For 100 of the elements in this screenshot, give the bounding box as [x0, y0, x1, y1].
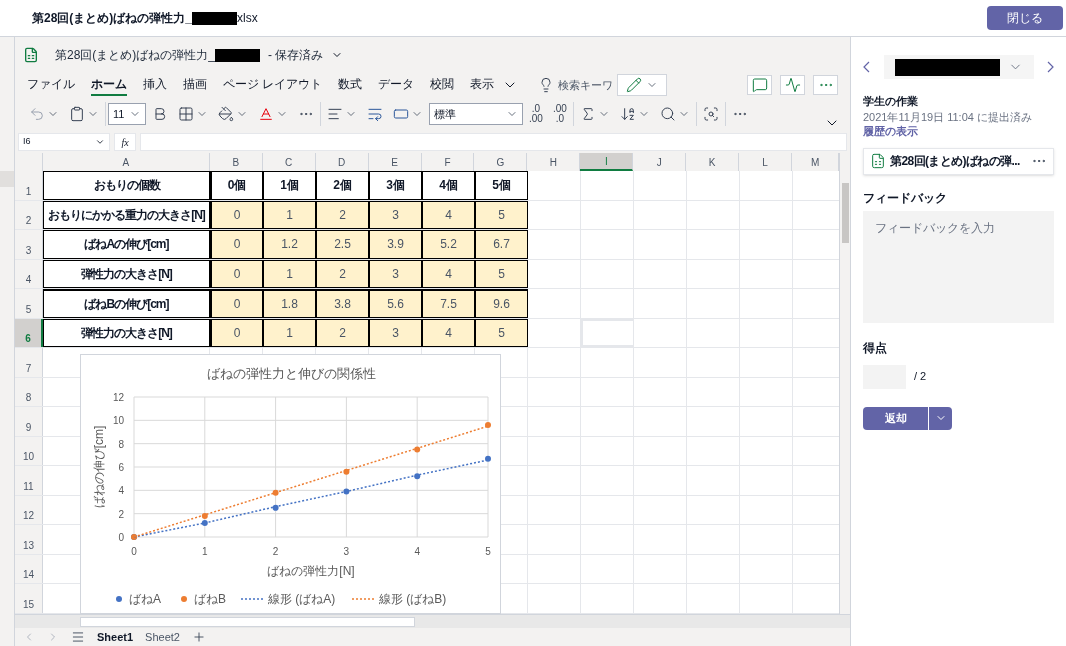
decimal-button[interactable]: .0 .00 — [525, 104, 547, 124]
sheet-tab[interactable]: Sheet2 — [145, 628, 180, 646]
x-tick-label: 1 — [202, 546, 208, 557]
table-cell: 1 — [263, 200, 316, 229]
table-cell: 5 — [475, 259, 528, 288]
ribbon-tab[interactable]: 校閲 — [430, 74, 455, 96]
ribbon-tab[interactable]: 挿入 — [143, 74, 167, 96]
table-cell: 4 — [422, 318, 475, 347]
table-cell: 1.2 — [263, 230, 316, 259]
return-button[interactable]: 返却 — [863, 406, 928, 430]
table-cell: 5 — [475, 318, 528, 347]
y-tick-label: 10 — [112, 415, 124, 427]
feedback-field[interactable]: フィードバックを入力 — [863, 210, 1054, 323]
table-cell: 4 — [422, 200, 475, 229]
section-title: 学生の作業 — [863, 94, 919, 109]
table-cell: 3 — [369, 259, 422, 288]
table-cell: 1.8 — [263, 289, 316, 318]
table-cell: 3個 — [369, 171, 422, 200]
document-name: 第28回(まとめ)ばねの弾性力_ — [55, 47, 215, 64]
name-box[interactable]: I6 — [18, 133, 110, 151]
search-field[interactable]: 検索キーワ — [538, 76, 614, 94]
table-cell: 2 — [316, 200, 369, 229]
file-title: 第28回(まとめ)ばねの弾性力_ — [32, 10, 192, 27]
attachment-name: 第28回(まとめ)ばねの弾... — [890, 153, 1021, 170]
ribbon-tab[interactable]: 表示 — [470, 74, 495, 96]
font-size-select[interactable]: 11 — [108, 103, 146, 125]
ribbon-tab[interactable]: ファイル — [27, 74, 75, 96]
table-cell: 0 — [210, 230, 263, 259]
table-cell: ばねBの伸び[cm] — [43, 289, 210, 318]
file-card[interactable]: 第28回(まとめ)ばねの弾... — [863, 147, 1054, 175]
table-cell: おもりの個数 — [43, 171, 210, 200]
function-icon[interactable]: fx — [114, 133, 136, 151]
column-header[interactable]: J — [633, 153, 687, 171]
score-max: / 2 — [914, 369, 927, 385]
row-header[interactable]: 2 — [15, 200, 43, 229]
table-cell: 2 — [316, 318, 369, 347]
table-cell: 5.2 — [422, 230, 475, 259]
ribbon-tab[interactable]: 描画 — [183, 74, 207, 96]
ribbon-tab[interactable]: ページ レイアウト — [223, 74, 323, 96]
table-cell: 5個 — [475, 171, 528, 200]
table-cell: 1 — [263, 259, 316, 288]
legend-label: ばねA — [129, 592, 161, 606]
row-header[interactable]: 3 — [15, 230, 43, 259]
table-cell: 2個 — [316, 171, 369, 200]
row-header[interactable]: 9 — [15, 407, 43, 436]
column-header[interactable]: I — [580, 153, 634, 171]
row-header[interactable]: 7 — [15, 348, 43, 377]
row-header[interactable]: 11 — [15, 466, 43, 495]
ribbon-tab[interactable]: 数式 — [338, 74, 363, 96]
table-cell: 2 — [316, 259, 369, 288]
y-tick-label: 2 — [118, 508, 124, 520]
ribbon-tab[interactable]: データ — [378, 74, 415, 96]
table-cell: 2.5 — [316, 230, 369, 259]
y-tick-label: 6 — [118, 462, 124, 473]
ribbon-tab[interactable]: ホーム — [91, 74, 127, 96]
row-header[interactable]: 5 — [15, 289, 43, 318]
column-header[interactable]: L — [739, 153, 793, 171]
save-status: - 保存済み — [268, 47, 324, 64]
x-tick-label: 2 — [272, 546, 279, 557]
x-tick-label: 5 — [485, 546, 491, 557]
x-tick-label: 4 — [414, 546, 420, 557]
number-format-select[interactable]: 標準 — [429, 103, 523, 125]
table-cell: 4個 — [422, 171, 475, 200]
table-cell: 弾性力の大きさ[N] — [43, 318, 210, 347]
table-cell: 0 — [210, 259, 263, 288]
row-header[interactable]: 15 — [15, 584, 43, 613]
legend-label: 線形 (ばねB) — [379, 592, 447, 606]
table-cell: 弾性力の大きさ[N] — [43, 259, 210, 288]
history-link[interactable]: 履歴の表示 — [863, 123, 918, 138]
x-axis-title: ばねの弾性力[N] — [267, 564, 355, 578]
table-cell: 0 — [210, 289, 263, 318]
table-cell: 0 — [210, 200, 263, 229]
file-extension: xlsx — [237, 10, 258, 27]
sheet-tab[interactable]: Sheet1 — [97, 628, 134, 646]
chart-title: ばねの弾性力と伸びの関係性 — [207, 366, 376, 381]
row-header[interactable]: 8 — [15, 377, 43, 406]
table-cell: 5.6 — [369, 289, 422, 318]
row-header[interactable]: 14 — [15, 554, 43, 583]
row-header[interactable]: 1 — [15, 171, 43, 200]
y-axis-title: ばねの伸び[cm] — [92, 425, 106, 509]
row-header[interactable]: 6 — [15, 318, 43, 347]
table-cell: 1 — [263, 318, 316, 347]
x-tick-label: 3 — [343, 546, 350, 557]
close-button[interactable]: 閉じる — [987, 6, 1063, 30]
column-header[interactable]: K — [686, 153, 740, 171]
row-header[interactable]: 4 — [15, 259, 43, 288]
row-header[interactable]: 12 — [15, 495, 43, 524]
legend-label: ばねB — [194, 592, 226, 606]
row-header[interactable]: 13 — [15, 525, 43, 554]
row-header[interactable]: 10 — [15, 436, 43, 465]
table-cell: 3.8 — [316, 289, 369, 318]
y-tick-label: 0 — [118, 532, 124, 543]
legend-label: 線形 (ばねA) — [268, 592, 336, 606]
table-cell: 0個 — [210, 171, 263, 200]
table-cell: 0 — [210, 318, 263, 347]
decimal-button[interactable]: .00 .0 — [548, 104, 571, 124]
table-cell: 1個 — [263, 171, 316, 200]
y-tick-label: 4 — [118, 485, 124, 497]
table-cell: おもりにかかる重力の大きさ[N] — [43, 200, 210, 229]
score-label: 得点 — [863, 339, 888, 357]
